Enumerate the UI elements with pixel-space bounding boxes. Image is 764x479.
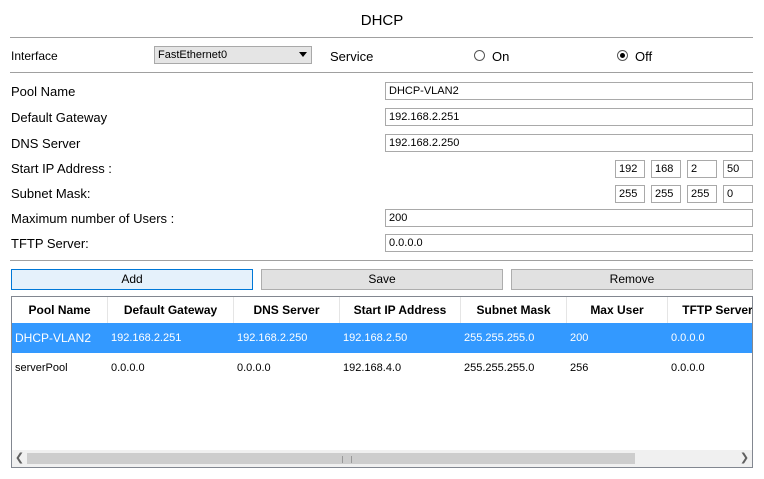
cell-max-user: 256 (570, 362, 589, 374)
dns-server-input[interactable]: 192.168.2.250 (385, 134, 753, 152)
subnet-octet-2[interactable]: 255 (651, 185, 681, 203)
cell-tftp-server: 0.0.0.0 (671, 332, 705, 344)
divider (10, 260, 753, 261)
table-header: Pool Name Default Gateway DNS Server Sta… (12, 297, 752, 325)
service-off-radio[interactable] (617, 50, 628, 61)
scroll-right-icon[interactable]: ❯ (737, 450, 752, 467)
pool-name-label: Pool Name (11, 84, 76, 99)
start-ip-label: Start IP Address : (11, 161, 112, 176)
cell-tftp-server: 0.0.0.0 (671, 362, 705, 374)
save-button[interactable]: Save (261, 269, 503, 290)
column-header-pool-name[interactable]: Pool Name (12, 297, 108, 324)
cell-max-user: 200 (570, 332, 589, 344)
subnet-octet-3[interactable]: 255 (687, 185, 717, 203)
tftp-server-label: TFTP Server: (11, 236, 89, 251)
add-button[interactable]: Add (11, 269, 253, 290)
max-users-label: Maximum number of Users : (11, 211, 175, 226)
start-ip-octet-2[interactable]: 168 (651, 160, 681, 178)
service-on-label: On (492, 49, 510, 64)
divider (10, 72, 753, 73)
remove-button[interactable]: Remove (511, 269, 753, 290)
cell-subnet-mask: 255.255.255.0 (464, 362, 535, 374)
pool-table[interactable]: Pool Name Default Gateway DNS Server Sta… (11, 296, 753, 468)
interface-label: Interface (11, 49, 58, 63)
cell-dns-server: 0.0.0.0 (237, 362, 271, 374)
dns-server-label: DNS Server (11, 136, 81, 151)
cell-dns-server: 192.168.2.250 (237, 332, 308, 344)
column-header-default-gateway[interactable]: Default Gateway (108, 297, 234, 324)
grip-icon (342, 456, 352, 463)
service-off-label: Off (635, 49, 653, 64)
radio-selected-dot (620, 53, 625, 58)
column-header-dns-server[interactable]: DNS Server (234, 297, 340, 324)
chevron-down-icon (299, 52, 307, 57)
subnet-mask-label: Subnet Mask: (11, 186, 91, 201)
start-ip-octet-3[interactable]: 2 (687, 160, 717, 178)
default-gateway-input[interactable]: 192.168.2.251 (385, 108, 753, 126)
cell-pool-name: serverPool (15, 362, 68, 374)
table-row[interactable]: DHCP-VLAN2 192.168.2.251 192.168.2.250 1… (12, 323, 752, 353)
cell-default-gateway: 192.168.2.251 (111, 332, 182, 344)
cell-start-ip: 192.168.2.50 (343, 332, 408, 344)
column-header-start-ip[interactable]: Start IP Address (340, 297, 461, 324)
cell-subnet-mask: 255.255.255.0 (464, 332, 535, 344)
table-row[interactable]: serverPool 0.0.0.0 0.0.0.0 192.168.4.0 2… (12, 353, 752, 383)
cell-pool-name: DHCP-VLAN2 (15, 331, 92, 345)
service-on-radio[interactable] (474, 50, 485, 61)
subnet-octet-1[interactable]: 255 (615, 185, 645, 203)
cell-default-gateway: 0.0.0.0 (111, 362, 145, 374)
interface-select-value: FastEthernet0 (158, 49, 228, 61)
cell-start-ip: 192.168.4.0 (343, 362, 402, 374)
default-gateway-label: Default Gateway (11, 110, 108, 125)
scrollbar-thumb[interactable] (27, 453, 635, 464)
divider (10, 37, 753, 38)
service-label: Service (330, 49, 374, 64)
dialog-title: DHCP (360, 12, 404, 29)
column-header-tftp-server[interactable]: TFTP Server (668, 297, 752, 324)
tftp-server-input[interactable]: 0.0.0.0 (385, 234, 753, 252)
start-ip-octet-1[interactable]: 192 (615, 160, 645, 178)
scroll-left-icon[interactable]: ❮ (12, 450, 27, 467)
pool-name-input[interactable]: DHCP-VLAN2 (385, 82, 753, 100)
start-ip-octet-4[interactable]: 50 (723, 160, 753, 178)
column-header-max-user[interactable]: Max User (567, 297, 668, 324)
subnet-octet-4[interactable]: 0 (723, 185, 753, 203)
interface-select[interactable]: FastEthernet0 (154, 46, 312, 64)
horizontal-scrollbar[interactable]: ❮ ❯ (12, 450, 752, 467)
max-users-input[interactable]: 200 (385, 209, 753, 227)
column-header-subnet-mask[interactable]: Subnet Mask (461, 297, 567, 324)
